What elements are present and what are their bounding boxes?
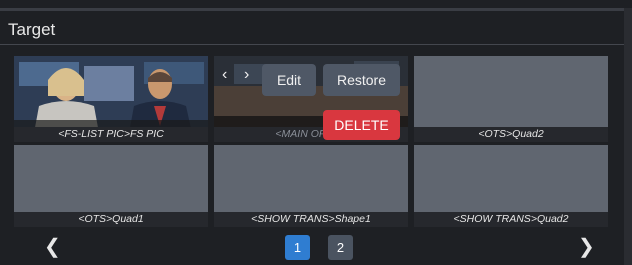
target-tile-quad2[interactable]: <OTS>Quad2	[414, 56, 608, 142]
tile-label: <FS-LIST PIC>FS PIC	[14, 127, 208, 142]
tile-label: <SHOW TRANS>Quad2	[414, 212, 608, 227]
tile-label: <SHOW TRANS>Shape1	[214, 212, 408, 227]
panel-edge	[624, 8, 632, 265]
move-left-icon[interactable]: ‹	[222, 66, 227, 84]
target-tile-show-trans-quad2[interactable]: <SHOW TRANS>Quad2	[414, 145, 608, 227]
tile-label: <OTS>Quad2	[414, 127, 608, 142]
delete-button[interactable]: DELETE	[323, 110, 400, 140]
target-tile-shape1[interactable]: <SHOW TRANS>Shape1	[214, 145, 408, 227]
restore-button[interactable]: Restore	[323, 64, 400, 96]
edit-button[interactable]: Edit	[262, 64, 316, 96]
thumbnail-image	[14, 56, 208, 133]
top-border	[0, 8, 632, 11]
section-title: Target	[8, 20, 56, 39]
section-divider	[0, 44, 624, 45]
target-panel: Target <FS-LIST PIC>FS PIC <MAIN OPEN> ‹…	[0, 0, 632, 265]
move-right-icon[interactable]: ›	[244, 66, 249, 84]
page-1-button[interactable]: 1	[285, 235, 310, 260]
previous-page-icon[interactable]: ❮	[44, 234, 61, 260]
target-tile-fs-pic[interactable]: <FS-LIST PIC>FS PIC	[14, 56, 208, 142]
next-page-icon[interactable]: ❯	[578, 234, 595, 260]
target-tile-quad1[interactable]: <OTS>Quad1	[14, 145, 208, 227]
tile-label: <OTS>Quad1	[14, 212, 208, 227]
page-2-button[interactable]: 2	[328, 235, 353, 260]
